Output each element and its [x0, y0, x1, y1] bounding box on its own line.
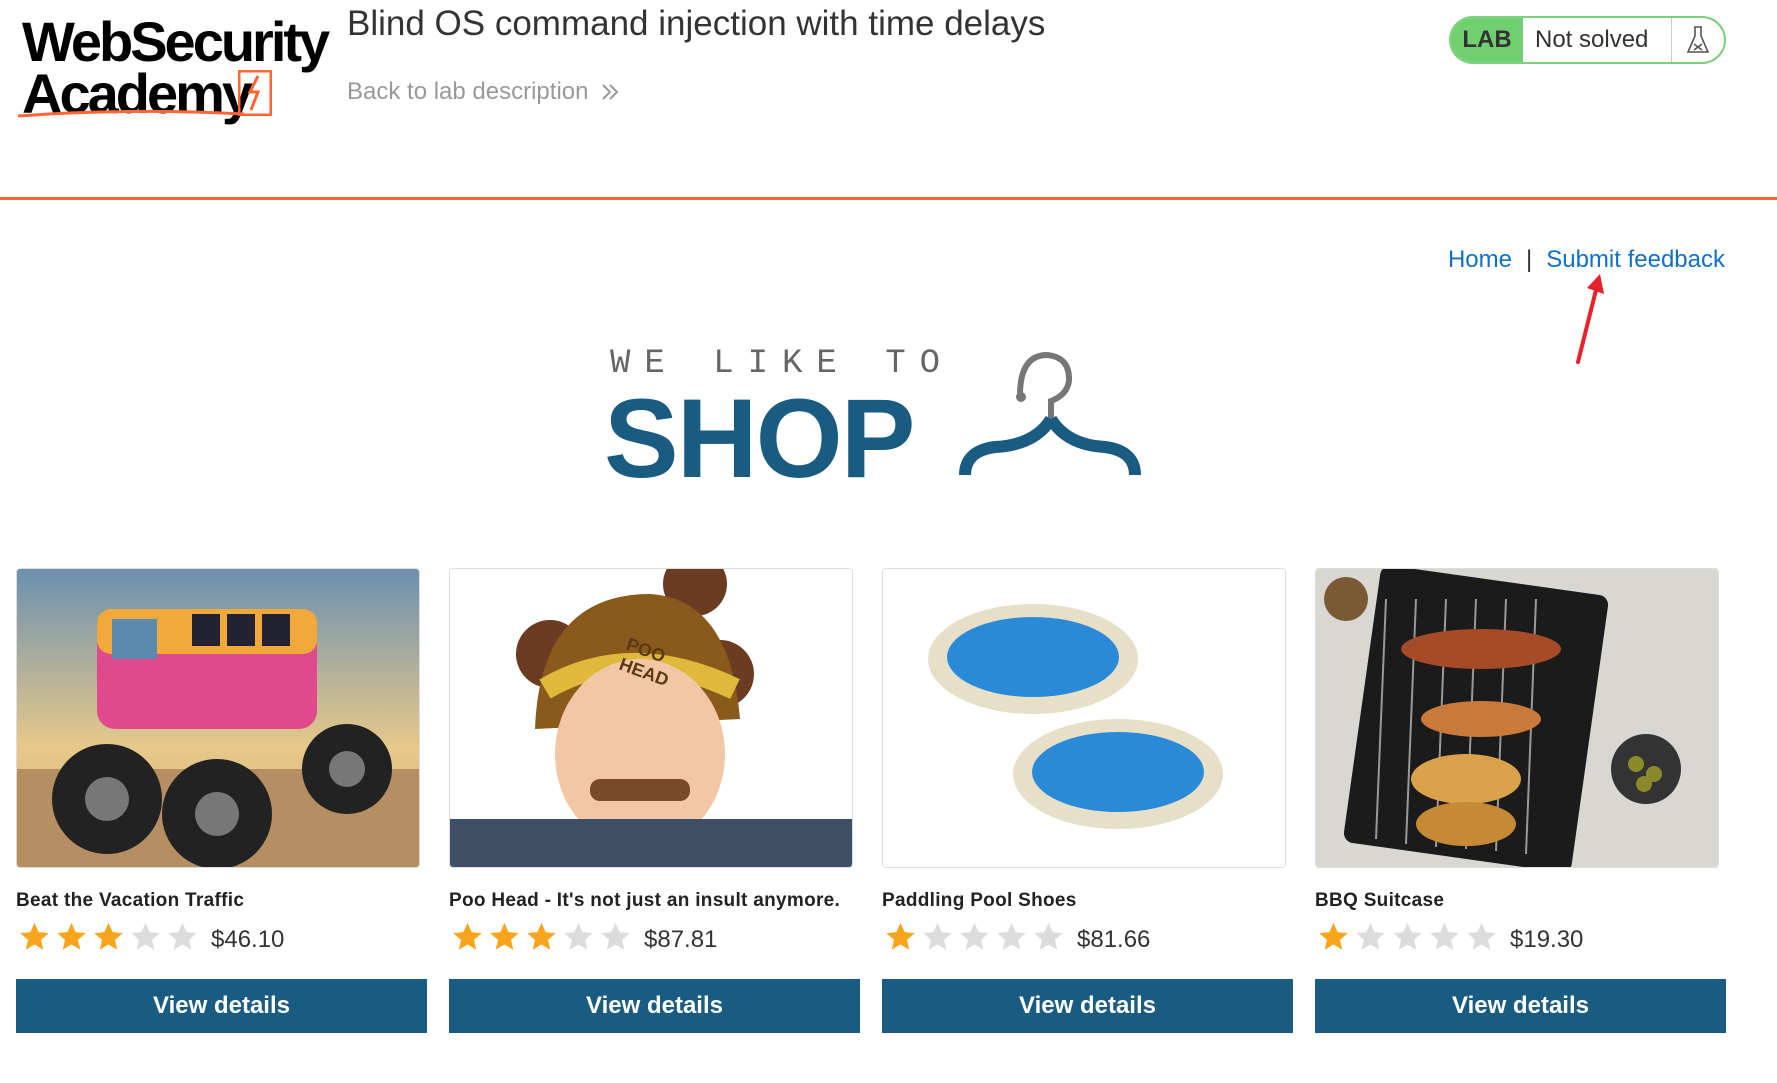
view-details-button[interactable]: View details	[1315, 979, 1726, 1033]
star-empty-icon	[997, 922, 1026, 950]
product-name: Beat the Vacation Traffic	[16, 890, 245, 911]
product-rating: $19.30	[1315, 920, 1583, 954]
red-annotation-arrow-icon	[1576, 274, 1604, 364]
product-card: Beat the Vacation Traffic $46.10 View de…	[16, 568, 427, 1038]
top-nav: Home | Submit feedback	[1448, 246, 1725, 274]
product-image[interactable]: POO HEAD	[449, 568, 853, 868]
product-name: Paddling Pool Shoes	[882, 890, 1077, 911]
coat-hanger-icon	[959, 351, 1141, 476]
rating-stars	[449, 920, 634, 954]
nav-separator: |	[1525, 246, 1533, 273]
star-empty-icon	[564, 922, 593, 950]
lab-status-widget: LAB Not solved	[1449, 16, 1726, 64]
product-rating: $81.66	[882, 920, 1150, 954]
product-card: POO HEAD Poo Head - It's not just an ins…	[449, 568, 860, 1038]
star-filled-icon	[527, 922, 556, 950]
back-link-label: Back to lab description	[347, 78, 589, 105]
submit-feedback-link[interactable]: Submit feedback	[1546, 246, 1725, 273]
star-empty-icon	[1356, 922, 1385, 950]
view-details-button[interactable]: View details	[882, 979, 1293, 1033]
product-price: $46.10	[211, 926, 285, 953]
product-price: $81.66	[1077, 926, 1151, 953]
logo-underline-icon	[17, 109, 245, 118]
star-filled-icon	[94, 922, 123, 950]
star-empty-icon	[168, 922, 197, 950]
view-details-button[interactable]: View details	[16, 979, 427, 1033]
product-image[interactable]	[1315, 568, 1719, 868]
product-name: BBQ Suitcase	[1315, 890, 1445, 911]
star-empty-icon	[923, 922, 952, 950]
lab-header: WebSecurity Academy Blind OS command inj…	[0, 0, 1777, 200]
product-rating: $87.81	[449, 920, 717, 954]
poo-head-hat-image: POO HEAD	[450, 569, 852, 867]
product-price: $19.30	[1510, 926, 1584, 953]
product-card: Paddling Pool Shoes $81.66 View details	[882, 568, 1293, 1038]
rating-stars	[16, 920, 201, 954]
star-empty-icon	[131, 922, 160, 950]
lab-status-text: Not solved	[1535, 26, 1649, 53]
monster-van-image	[17, 569, 419, 867]
web-security-academy-logo[interactable]: WebSecurity Academy	[16, 10, 330, 125]
lab-badge: LAB	[1451, 18, 1523, 62]
product-price: $87.81	[644, 926, 718, 953]
star-filled-icon	[886, 922, 915, 950]
bbq-grill-image	[1316, 569, 1718, 867]
rating-stars	[1315, 920, 1500, 954]
rating-stars	[882, 920, 1067, 954]
back-to-lab-description-link[interactable]: Back to lab description	[347, 78, 620, 106]
star-filled-icon	[1319, 922, 1348, 950]
flask-icon	[1671, 18, 1724, 62]
home-link[interactable]: Home	[1448, 246, 1512, 273]
star-empty-icon	[1467, 922, 1496, 950]
view-details-button[interactable]: View details	[449, 979, 860, 1033]
product-name: Poo Head - It's not just an insult anymo…	[449, 890, 841, 911]
banner-title: SHOP	[604, 376, 915, 501]
product-image[interactable]	[16, 568, 420, 868]
star-empty-icon	[1034, 922, 1063, 950]
product-image[interactable]	[882, 568, 1286, 868]
product-grid: Beat the Vacation Traffic $46.10 View de…	[16, 568, 1728, 1038]
shop-banner: WE LIKE TO SHOP	[600, 345, 1160, 495]
product-card: BBQ Suitcase $19.30 View details	[1315, 568, 1726, 1038]
star-empty-icon	[1393, 922, 1422, 950]
double-chevron-right-icon	[602, 84, 619, 100]
product-rating: $46.10	[16, 920, 284, 954]
star-filled-icon	[57, 922, 86, 950]
star-filled-icon	[490, 922, 519, 950]
star-empty-icon	[601, 922, 630, 950]
paddling-pools-image	[883, 569, 1285, 867]
star-empty-icon	[960, 922, 989, 950]
star-filled-icon	[453, 922, 482, 950]
lab-title: Blind OS command injection with time del…	[347, 4, 1046, 43]
star-empty-icon	[1430, 922, 1459, 950]
star-filled-icon	[20, 922, 49, 950]
